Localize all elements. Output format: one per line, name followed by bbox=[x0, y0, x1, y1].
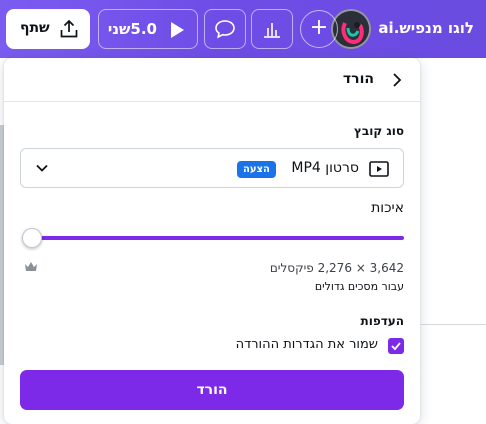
share-label: שתף bbox=[20, 20, 50, 36]
comment-icon bbox=[215, 20, 235, 39]
chart-icon bbox=[264, 23, 280, 38]
save-settings-checkbox[interactable] bbox=[388, 338, 404, 354]
download-panel: הורד סוג קובץ סרטון MP4 הצעה איכות 3,642… bbox=[4, 58, 420, 424]
play-preview-button[interactable]: 5.0שני bbox=[98, 9, 198, 49]
dimensions-note: עבור מסכים גדולים bbox=[314, 280, 404, 293]
file-type-select[interactable]: סרטון MP4 הצעה bbox=[20, 148, 404, 188]
quality-slider-thumb[interactable] bbox=[22, 228, 42, 248]
check-icon bbox=[391, 342, 401, 351]
editor-canvas-area bbox=[421, 58, 486, 424]
video-icon bbox=[369, 161, 389, 177]
insights-button[interactable] bbox=[251, 9, 293, 49]
save-settings-label[interactable]: שמור את הגדרות ההורדה bbox=[236, 337, 378, 352]
quality-slider-track[interactable] bbox=[22, 236, 404, 240]
chevron-back-icon[interactable] bbox=[392, 72, 402, 88]
design-title[interactable]: לוגו מנפיש.ai bbox=[378, 19, 474, 37]
preferences-label: העדפות bbox=[360, 314, 405, 328]
share-button[interactable]: שתף bbox=[6, 9, 90, 49]
editor-divider bbox=[421, 324, 486, 325]
file-type-label: סוג קובץ bbox=[353, 124, 404, 138]
comment-button[interactable] bbox=[204, 9, 246, 49]
share-upload-icon bbox=[60, 19, 78, 38]
top-bar: לוגו מנפיש.ai + 5.0שני שתף bbox=[0, 0, 486, 58]
add-button[interactable]: + bbox=[300, 10, 338, 48]
crown-icon bbox=[25, 262, 37, 271]
play-duration-label: 5.0שני bbox=[107, 20, 157, 38]
dimensions-text: 3,642 × 2,276 פיקסלים bbox=[269, 261, 404, 275]
play-icon bbox=[171, 22, 184, 38]
file-type-value: סרטון MP4 bbox=[291, 160, 359, 176]
plus-icon: + bbox=[309, 15, 329, 40]
quality-label: איכות bbox=[371, 200, 404, 216]
chevron-down-icon bbox=[36, 164, 48, 172]
panel-header: הורד bbox=[4, 58, 420, 102]
download-button[interactable]: הורד bbox=[20, 370, 404, 410]
panel-title: הורד bbox=[342, 71, 374, 87]
suggested-badge: הצעה bbox=[237, 161, 276, 178]
